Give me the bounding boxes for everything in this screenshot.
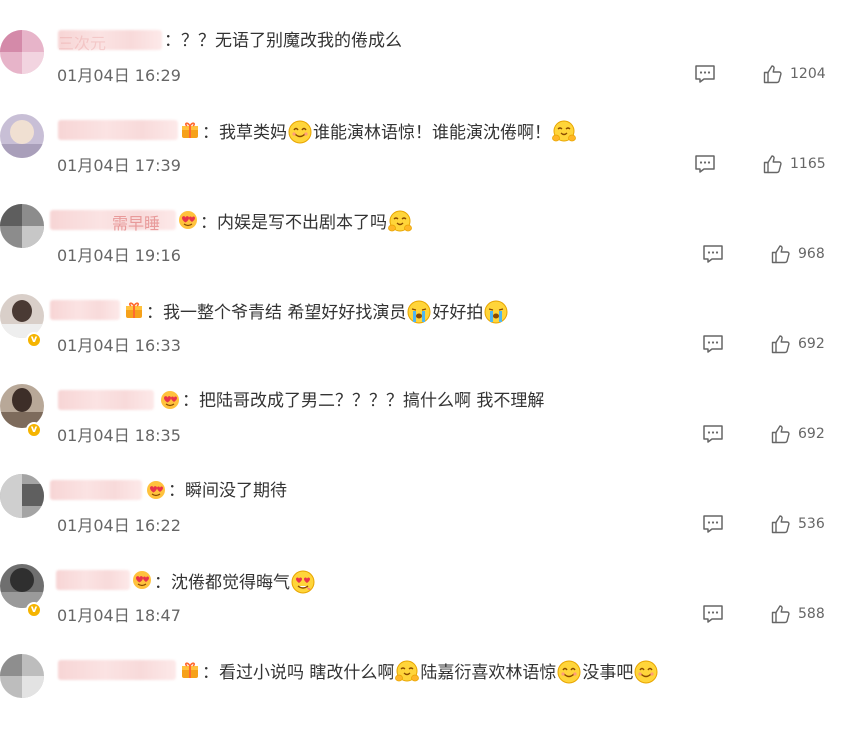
comment-icon[interactable] (702, 604, 724, 624)
comment-text: ：把陆哥改成了男二？？？？搞什么啊 我不理解 (182, 390, 544, 412)
thumbs-up-icon[interactable] (763, 154, 783, 174)
avatar[interactable] (0, 654, 44, 698)
comment-item: 需早睡 ：内娱是写不出剧本了吗 01月04日 19:16 968 (0, 202, 844, 292)
comment-text-part: ：我草类妈 (202, 123, 287, 143)
comment-item: 三次元 ：？？无语了别魔改我的倦成么 01月04日 16:29 1204 (0, 22, 844, 112)
gift-badge-icon (124, 300, 144, 320)
comment-text-part: ：瞬间没了期待 (168, 481, 287, 501)
like-count: 1165 (790, 156, 826, 172)
comment-item: v ：沈倦都觉得晦气 01月04日 18:47 588 (0, 562, 844, 652)
comment-text: ：瞬间没了期待 (168, 480, 287, 502)
comment-item: ：看过小说吗 瞎改什么啊 陆嘉衍喜欢林语惊 没事吧 (0, 652, 844, 742)
comment-list: 三次元 ：？？无语了别魔改我的倦成么 01月04日 16:29 1204 ：我草… (0, 0, 844, 698)
username-blurred[interactable] (56, 570, 130, 590)
comment-time: 01月04日 17:39 (57, 156, 181, 175)
like-count: 968 (798, 246, 825, 262)
gift-badge-icon (180, 660, 200, 680)
username-visible-part: 三次元 (58, 34, 107, 53)
comment-text-part: 谁能演林语惊！谁能演沈倦啊！ (313, 123, 551, 143)
comment-time: 01月04日 16:22 (57, 516, 181, 535)
verified-badge-icon: v (26, 422, 42, 438)
gift-badge-icon (180, 120, 200, 140)
thumbs-up-icon[interactable] (771, 514, 791, 534)
thumbs-up-icon[interactable] (763, 64, 783, 84)
verified-badge-icon: v (26, 602, 42, 618)
heart-eyes-emoji-icon (291, 570, 315, 594)
heart-badge-icon (146, 480, 166, 500)
heart-badge-icon (132, 570, 152, 590)
thumbs-up-icon[interactable] (771, 244, 791, 264)
comment-icon[interactable] (694, 154, 716, 174)
comment-icon[interactable] (702, 424, 724, 444)
username-visible-part: 需早睡 (112, 214, 161, 233)
crying-emoji-icon (484, 300, 508, 324)
hug-emoji-icon (388, 210, 412, 234)
username-blurred[interactable] (58, 660, 176, 680)
comment-icon[interactable] (694, 64, 716, 84)
avatar[interactable] (0, 384, 44, 428)
comment-time: 01月04日 19:16 (57, 246, 181, 265)
smile-emoji-icon (288, 120, 312, 144)
comment-text-part: ：把陆哥改成了男二？？？？搞什么啊 我不理解 (182, 391, 545, 411)
comment-icon[interactable] (702, 514, 724, 534)
heart-badge-icon (160, 390, 180, 410)
avatar[interactable] (0, 294, 44, 338)
comment-time: 01月04日 16:29 (57, 66, 181, 85)
comment-text: ：沈倦都觉得晦气 (154, 570, 316, 594)
comment-text: ：我一整个爷青结 希望好好找演员 好好拍 (146, 300, 509, 324)
username-blurred[interactable] (50, 480, 142, 500)
hug-emoji-icon (552, 120, 576, 144)
comment-item: v ：我一整个爷青结 希望好好找演员 好好拍 01月04日 16:33 692 (0, 292, 844, 382)
comment-time: 01月04日 16:33 (57, 336, 181, 355)
comment-text-part: 陆嘉衍喜欢林语惊 (420, 663, 557, 683)
comment-item: v ：把陆哥改成了男二？？？？搞什么啊 我不理解 01月04日 18:35 69… (0, 382, 844, 472)
comment-text-part: 好好拍 (432, 303, 484, 323)
comment-icon[interactable] (702, 334, 724, 354)
like-count: 536 (798, 516, 825, 532)
like-count: 692 (798, 426, 825, 442)
hug-emoji-icon (395, 660, 419, 684)
heart-badge-icon (178, 210, 198, 230)
avatar[interactable] (0, 474, 44, 518)
crying-emoji-icon (407, 300, 431, 324)
thumbs-up-icon[interactable] (771, 604, 791, 624)
comment-item: ：我草类妈 谁能演林语惊！谁能演沈倦啊！ 01月04日 17:39 1165 (0, 112, 844, 202)
avatar[interactable] (0, 204, 44, 248)
comment-icon[interactable] (702, 244, 724, 264)
comment-text-part: ：内娱是写不出剧本了吗 (200, 213, 387, 233)
comment-text-part: ：我一整个爷青结 希望好好找演员 (146, 303, 407, 323)
avatar[interactable] (0, 564, 44, 608)
comment-text: ：看过小说吗 瞎改什么啊 陆嘉衍喜欢林语惊 没事吧 (202, 660, 659, 684)
like-count: 588 (798, 606, 825, 622)
smile-emoji-icon (634, 660, 658, 684)
verified-badge-icon: v (26, 332, 42, 348)
avatar[interactable] (0, 114, 44, 158)
username-blurred[interactable] (50, 300, 120, 320)
smile-emoji-icon (557, 660, 581, 684)
thumbs-up-icon[interactable] (771, 424, 791, 444)
like-count: 1204 (790, 66, 826, 82)
comment-text-part: ：？？无语了别魔改我的倦成么 (164, 31, 402, 51)
thumbs-up-icon[interactable] (771, 334, 791, 354)
comment-time: 01月04日 18:35 (57, 426, 181, 445)
comment-text: ：内娱是写不出剧本了吗 (200, 210, 413, 234)
like-count: 692 (798, 336, 825, 352)
comment-item: ：瞬间没了期待 01月04日 16:22 536 (0, 472, 844, 562)
comment-time: 01月04日 18:47 (57, 606, 181, 625)
comment-text-part: ：看过小说吗 瞎改什么啊 (202, 663, 395, 683)
username-blurred[interactable] (58, 120, 178, 140)
comment-text: ：？？无语了别魔改我的倦成么 (164, 30, 402, 52)
avatar[interactable] (0, 30, 44, 74)
comment-text-part: ：沈倦都觉得晦气 (154, 573, 290, 593)
comment-text-part: 没事吧 (582, 663, 634, 683)
comment-text: ：我草类妈 谁能演林语惊！谁能演沈倦啊！ (202, 120, 577, 144)
username-blurred[interactable] (58, 390, 154, 410)
